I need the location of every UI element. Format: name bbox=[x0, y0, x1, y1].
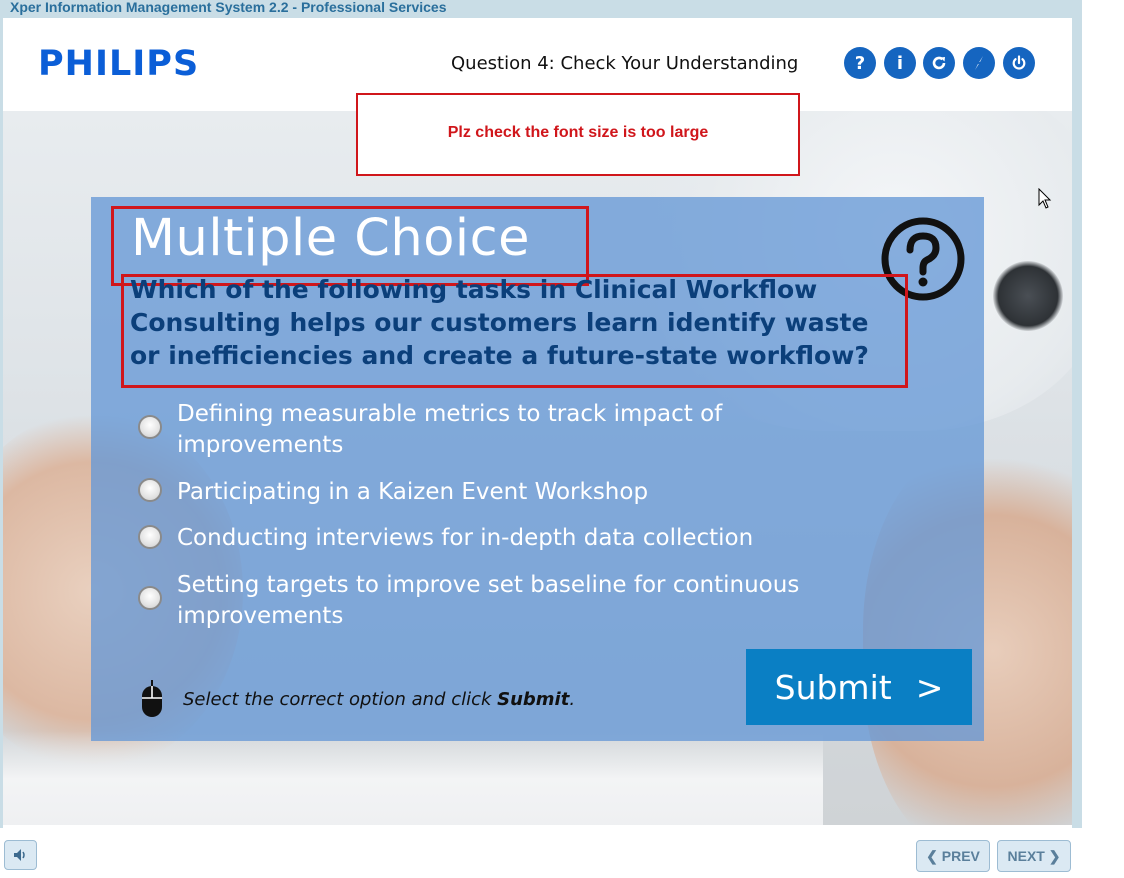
mouse-icon bbox=[142, 680, 162, 717]
radio-button[interactable] bbox=[138, 478, 162, 502]
frame-right bbox=[1072, 18, 1082, 828]
option-label: Conducting interviews for in-depth data … bbox=[177, 525, 754, 551]
mouse-cursor-icon bbox=[1038, 188, 1052, 209]
page-title: Question 4: Check Your Understanding bbox=[451, 53, 799, 74]
submit-label: Submit bbox=[774, 667, 892, 707]
info-button[interactable]: i bbox=[884, 47, 916, 79]
compass-icon bbox=[975, 56, 983, 70]
next-button[interactable]: NEXT ❯ bbox=[997, 840, 1071, 872]
chevron-left-icon: ❮ bbox=[926, 847, 938, 864]
speaker-icon bbox=[13, 849, 25, 861]
chevron-right-icon: > bbox=[915, 667, 944, 707]
help-button[interactable]: ? bbox=[844, 47, 876, 79]
power-icon bbox=[1012, 55, 1026, 70]
audio-toggle-button[interactable] bbox=[4, 840, 37, 870]
instruction-text: Select the correct option and click Subm… bbox=[183, 689, 576, 710]
prev-button[interactable]: ❮ PREV bbox=[916, 840, 990, 872]
next-label: NEXT bbox=[1007, 848, 1045, 864]
radio-button[interactable] bbox=[138, 415, 162, 439]
review-note-box: Plz check the font size is too large bbox=[356, 93, 800, 176]
option-label: Setting targets to improve set baseline … bbox=[177, 572, 800, 629]
chevron-right-icon: ❯ bbox=[1048, 847, 1061, 864]
glossary-button[interactable] bbox=[963, 47, 995, 79]
question-mark-icon: ? bbox=[854, 52, 866, 74]
replay-button[interactable] bbox=[923, 47, 955, 79]
radio-button[interactable] bbox=[138, 586, 162, 610]
review-highlight-question bbox=[121, 274, 908, 388]
prev-label: PREV bbox=[941, 848, 980, 864]
refresh-icon bbox=[932, 56, 946, 70]
option-label: Defining measurable metrics to track imp… bbox=[177, 401, 723, 458]
radio-button[interactable] bbox=[138, 525, 162, 549]
instruction-bold: Submit bbox=[497, 689, 570, 710]
option-label: Participating in a Kaizen Event Workshop bbox=[177, 479, 649, 505]
info-icon: i bbox=[896, 52, 904, 74]
philips-logo: PHILIPS bbox=[38, 44, 200, 84]
exit-button[interactable] bbox=[1003, 47, 1035, 79]
submit-button[interactable]: Submit > bbox=[746, 649, 972, 725]
window-titlebar: Xper Information Management System 2.2 -… bbox=[0, 0, 1082, 18]
review-note-text: Plz check the font size is too large bbox=[447, 124, 709, 141]
window-title: Xper Information Management System 2.2 -… bbox=[10, 0, 447, 15]
